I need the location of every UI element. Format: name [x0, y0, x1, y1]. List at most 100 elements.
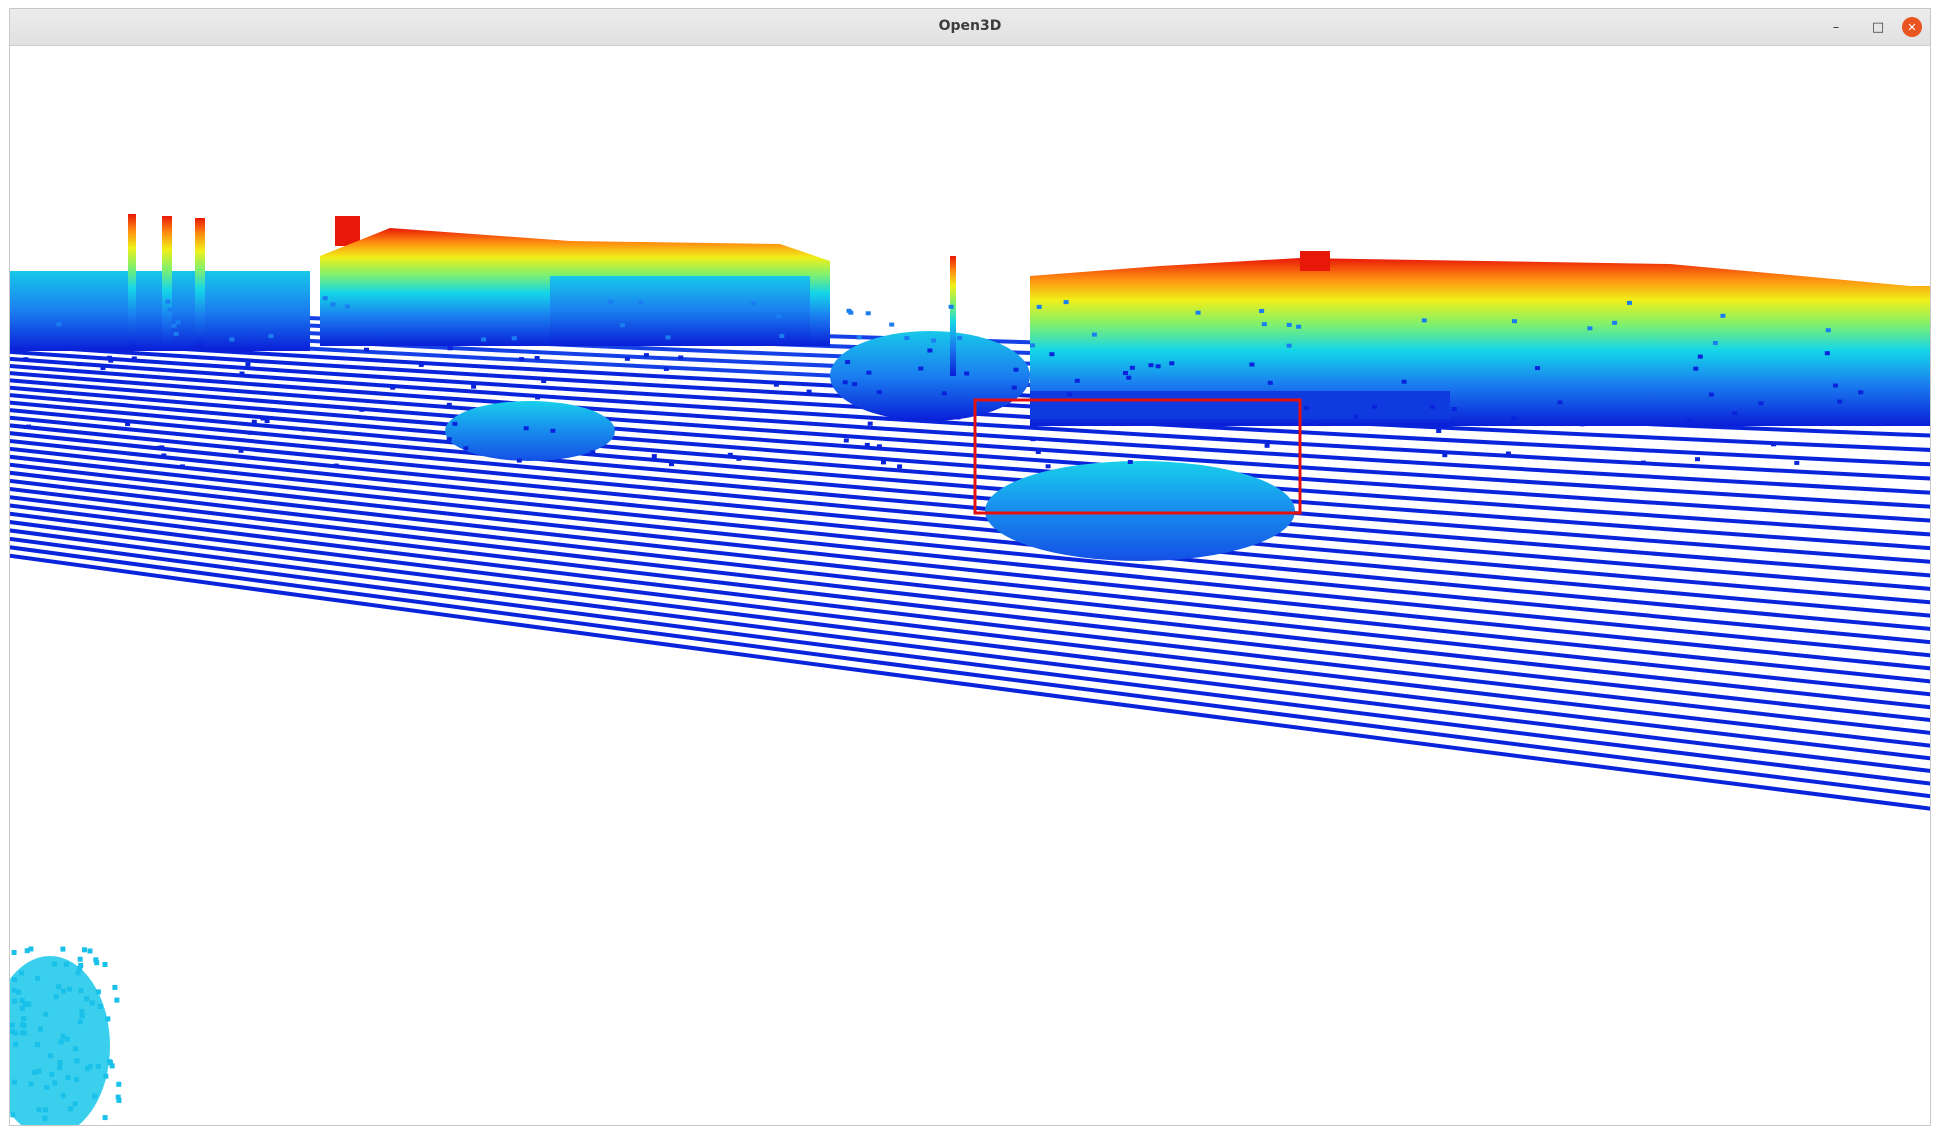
scan-point	[1612, 320, 1618, 325]
scan-point	[156, 445, 162, 450]
scan-point	[1794, 460, 1800, 465]
open3d-window: Open3D – □ ✕	[9, 8, 1931, 1126]
scan-point	[64, 961, 69, 967]
scan-point	[245, 362, 251, 367]
scan-point	[931, 338, 937, 343]
scan-point	[77, 966, 83, 972]
scan-point	[24, 948, 30, 954]
scan-point	[56, 984, 62, 990]
scan-point	[1587, 326, 1593, 331]
scan-point	[92, 1093, 98, 1099]
scan-point	[60, 1093, 66, 1099]
scan-point	[42, 1115, 48, 1121]
scan-point	[776, 314, 782, 319]
scan-point	[94, 960, 100, 966]
scan-point	[1858, 390, 1864, 395]
scan-point	[1267, 380, 1273, 385]
scan-point	[72, 1101, 78, 1107]
scan-point	[77, 956, 83, 962]
scan-point	[1259, 309, 1265, 313]
scan-point	[1640, 460, 1646, 465]
scan-point	[1451, 407, 1457, 411]
scan-point	[66, 398, 72, 403]
scan-point	[1720, 313, 1726, 318]
scan-point	[251, 419, 257, 424]
scan-point	[1216, 437, 1222, 441]
scan-point	[1030, 343, 1035, 348]
scan-point	[511, 336, 517, 341]
scan-point	[904, 336, 910, 341]
scan-point	[67, 986, 73, 992]
scan-point	[26, 424, 31, 429]
scan-point	[446, 402, 452, 407]
scan-point	[11, 950, 17, 955]
scan-point	[1035, 450, 1041, 454]
window-title: Open3D	[938, 18, 1002, 34]
scan-point	[107, 1059, 113, 1065]
scan-point	[1535, 366, 1540, 371]
scan-point	[333, 463, 339, 468]
minimize-button[interactable]: –	[1826, 17, 1846, 37]
scan-point	[1372, 404, 1378, 409]
scan-point	[1067, 392, 1073, 397]
scan-point	[1430, 404, 1435, 409]
building-base	[1030, 391, 1450, 419]
scan-point	[53, 994, 59, 1000]
scan-point	[238, 448, 244, 453]
scan-point	[73, 1046, 78, 1052]
scan-point	[845, 360, 851, 365]
scan-point	[842, 380, 848, 385]
scan-point	[268, 334, 274, 339]
scan-point	[103, 1073, 109, 1079]
scan-point	[1505, 451, 1511, 456]
scan-point	[43, 1011, 49, 1017]
point-cloud-canvas[interactable]	[10, 46, 1930, 1126]
scan-point	[1013, 367, 1019, 372]
scan-point	[74, 1058, 80, 1064]
scan-point	[1771, 442, 1776, 447]
scan-point	[36, 1068, 42, 1074]
title-bar[interactable]: Open3D – □ ✕	[10, 9, 1930, 46]
scan-point	[301, 427, 307, 432]
scan-point	[1833, 383, 1838, 388]
scan-point	[21, 1016, 27, 1022]
scan-point	[167, 307, 173, 312]
scan-point	[1825, 328, 1831, 333]
scan-point	[49, 1071, 55, 1077]
scan-point	[106, 355, 112, 360]
scan-point	[1011, 385, 1017, 390]
close-button[interactable]: ✕	[1902, 17, 1922, 37]
point-cloud-viewport[interactable]	[10, 46, 1930, 1126]
scan-point	[100, 366, 106, 371]
scan-point	[12, 998, 18, 1004]
scan-point	[10, 1022, 15, 1028]
scan-point	[843, 438, 849, 443]
scan-point	[1036, 304, 1042, 309]
scan-point	[74, 1077, 80, 1083]
scan-point	[23, 357, 29, 362]
maximize-button[interactable]: □	[1868, 17, 1888, 37]
scan-point	[1579, 422, 1585, 427]
scan-point	[102, 962, 108, 967]
scan-point	[51, 961, 57, 967]
target-car	[985, 461, 1295, 561]
scan-point	[1169, 361, 1175, 366]
scan-point	[1074, 378, 1080, 383]
scan-point	[516, 458, 522, 463]
scan-point	[1693, 366, 1699, 371]
scan-point	[619, 323, 625, 328]
scan-point	[390, 385, 396, 390]
scan-point	[42, 1107, 48, 1113]
scan-point	[727, 452, 733, 457]
scan-point	[1091, 332, 1097, 337]
scan-point	[1313, 421, 1319, 426]
scan-point	[865, 311, 871, 316]
scan-point	[61, 988, 67, 994]
scan-point	[665, 335, 671, 340]
scan-point	[955, 415, 961, 420]
scan-point	[229, 337, 235, 342]
scan-point	[131, 356, 137, 361]
scan-point	[78, 988, 84, 994]
scan-point	[1627, 300, 1632, 305]
roof-corner	[1300, 251, 1330, 271]
